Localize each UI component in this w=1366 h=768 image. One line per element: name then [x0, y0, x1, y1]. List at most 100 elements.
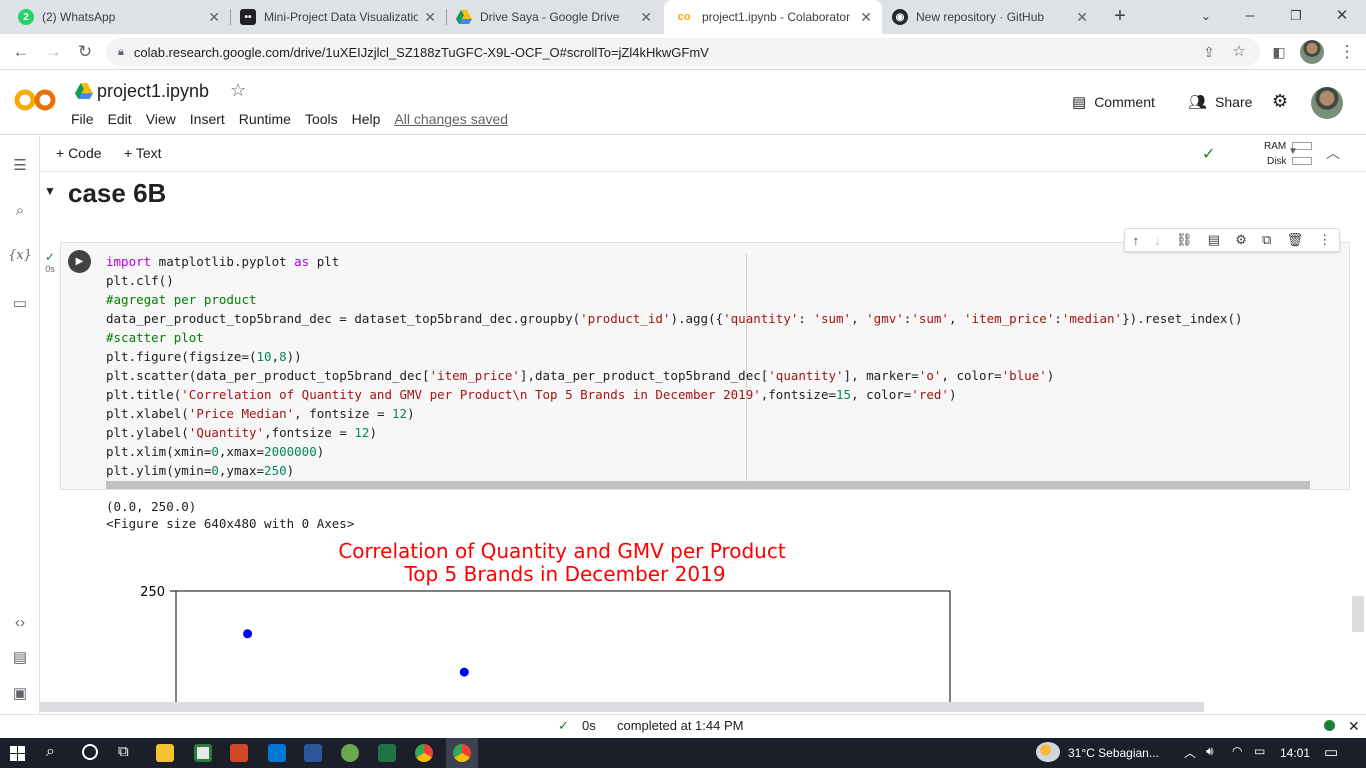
terminal-icon[interactable]: ▣ [8, 684, 32, 702]
save-status[interactable]: All changes saved [394, 111, 508, 127]
files-folder-icon[interactable]: ▭ [8, 294, 32, 312]
menu-view[interactable]: View [146, 111, 176, 127]
cortana-icon[interactable] [82, 744, 98, 760]
table-of-contents-icon[interactable]: ☰ [8, 156, 32, 174]
colab-logo[interactable] [14, 85, 58, 115]
mirror-cell-icon[interactable]: ⧉ [1262, 232, 1271, 248]
code-line[interactable]: #scatter plot [106, 328, 1326, 347]
file-explorer-icon[interactable] [156, 744, 174, 762]
add-code-button[interactable]: + Code [56, 145, 102, 161]
code-line[interactable]: plt.clf() [106, 271, 1326, 290]
weather-icon[interactable] [1036, 742, 1060, 762]
move-down-icon[interactable]: ↓ [1154, 233, 1161, 248]
browser-menu-icon[interactable]: ⋮ [1334, 40, 1360, 64]
collapse-header-icon[interactable]: ︿ [1326, 143, 1340, 163]
volume-icon[interactable]: 🔊︎ [1206, 744, 1214, 759]
code-line[interactable]: plt.ylim(ymin=0,ymax=250) [106, 461, 1326, 480]
page-vertical-scrollbar[interactable] [1352, 596, 1364, 632]
code-line[interactable]: plt.ylabel('Quantity',fontsize = 12) [106, 423, 1326, 442]
menu-file[interactable]: File [71, 111, 94, 127]
menu-insert[interactable]: Insert [190, 111, 225, 127]
chrome-icon[interactable] [415, 744, 433, 762]
tab-github[interactable]: ◉ New repository · GitHub ✕ [882, 0, 1098, 34]
comment-button[interactable]: ▤ Comment [1072, 93, 1155, 111]
close-tab-icon[interactable]: ✕ [640, 9, 652, 26]
star-icon[interactable]: ☆ [230, 80, 246, 101]
cell-settings-icon[interactable]: ⚙ [1235, 232, 1247, 248]
profile-avatar[interactable] [1300, 40, 1324, 64]
code-line[interactable]: plt.figure(figsize=(10,8)) [106, 347, 1326, 366]
code-line[interactable]: #agregat per product [106, 290, 1326, 309]
close-tab-icon[interactable]: ✕ [424, 9, 436, 26]
move-up-icon[interactable]: ↑ [1133, 233, 1140, 248]
more-options-icon[interactable]: ⋮ [1318, 232, 1331, 248]
comment-cell-icon[interactable]: ▤ [1208, 232, 1220, 248]
notebook-title[interactable]: project1.ipynb [97, 81, 209, 102]
output-line: <Figure size 640x480 with 0 Axes> [106, 516, 355, 531]
close-tab-icon[interactable]: ✕ [860, 9, 872, 26]
minimize-icon[interactable]: – [1230, 4, 1270, 28]
store-icon[interactable] [194, 744, 212, 762]
account-avatar[interactable] [1311, 87, 1343, 119]
variables-icon[interactable]: {x} [8, 248, 32, 263]
bookmark-star-icon[interactable]: ☆ [1226, 40, 1252, 64]
task-view-icon[interactable]: ⧉ [118, 743, 129, 760]
weather-text[interactable]: 31°C Sebagian... [1068, 746, 1159, 760]
code-line[interactable]: plt.scatter(data_per_product_top5brand_d… [106, 366, 1326, 385]
link-icon[interactable]: ⛓ [1176, 232, 1193, 248]
windows-start-icon[interactable] [10, 746, 25, 761]
tab-mini-project[interactable]: •• Mini-Project Data Visualizatio ✕ [230, 0, 446, 34]
tab-colab[interactable]: co project1.ipynb - Colaborator ✕ [664, 0, 882, 34]
code-snippets-icon[interactable]: ‹› [8, 614, 32, 631]
tab-search-icon[interactable]: ⌄ [1186, 4, 1226, 28]
powerpoint-icon[interactable] [230, 744, 248, 762]
runtime-dropdown-icon[interactable]: ▼ [1288, 146, 1298, 157]
menu-help[interactable]: Help [352, 111, 381, 127]
menu-runtime[interactable]: Runtime [239, 111, 291, 127]
code-line[interactable]: data_per_product_top5brand_dec = dataset… [106, 309, 1326, 328]
close-tab-icon[interactable]: ✕ [1076, 9, 1088, 26]
menu-edit[interactable]: Edit [108, 111, 132, 127]
mail-icon[interactable] [268, 744, 286, 762]
code-editor[interactable]: import matplotlib.pyplot as plt plt.clf()… [106, 252, 1326, 480]
close-status-icon[interactable]: ✕ [1348, 718, 1360, 735]
side-panel-icon[interactable]: ◧ [1266, 40, 1292, 64]
chrome-active-icon[interactable] [453, 744, 471, 762]
new-tab-button[interactable]: + [1100, 4, 1140, 28]
share-button[interactable]: 👥︎ Share [1188, 93, 1252, 111]
code-line[interactable]: plt.title('Correlation of Quantity and G… [106, 385, 1326, 404]
close-tab-icon[interactable]: ✕ [208, 9, 220, 26]
add-text-button[interactable]: + Text [124, 145, 162, 161]
code-line[interactable]: plt.xlabel('Price Median', fontsize = 12… [106, 404, 1326, 423]
share-page-icon[interactable]: ⇪ [1196, 40, 1222, 64]
word-icon[interactable] [304, 744, 322, 762]
notification-icon[interactable]: ▭ [1324, 743, 1338, 761]
app-icon[interactable] [341, 744, 359, 762]
menu-tools[interactable]: Tools [305, 111, 338, 127]
url-bar[interactable]: 🔒︎ colab.research.google.com/drive/1uXEI… [106, 38, 1260, 66]
delete-cell-icon[interactable]: 🗑︎ [1287, 232, 1304, 248]
forward-icon[interactable]: → [40, 40, 66, 64]
wifi-icon[interactable]: ◠ [1232, 744, 1242, 758]
tab-google-drive[interactable]: Drive Saya - Google Drive ✕ [446, 0, 662, 34]
code-line[interactable]: plt.xlim(xmin=0,xmax=2000000) [106, 442, 1326, 461]
tab-whatsapp[interactable]: 2 (2) WhatsApp ✕ [8, 0, 230, 34]
search-icon[interactable]: ⌕ [8, 202, 32, 219]
battery-icon[interactable]: ▭ [1254, 744, 1265, 758]
reload-icon[interactable]: ↻ [72, 40, 98, 64]
command-palette-icon[interactable]: ▤ [8, 648, 32, 666]
back-icon[interactable]: ← [8, 40, 34, 64]
drive-icon[interactable] [75, 83, 93, 104]
cell-horizontal-scrollbar[interactable] [106, 481, 1310, 489]
collapse-section-icon[interactable]: ▼ [44, 184, 56, 198]
settings-gear-icon[interactable]: ⚙ [1272, 91, 1288, 112]
code-line[interactable]: import matplotlib.pyplot as plt [106, 252, 1326, 271]
clock-time[interactable]: 14:01 [1280, 746, 1310, 760]
tray-chevron-icon[interactable]: ︿ [1184, 744, 1196, 761]
restore-icon[interactable]: ❐ [1276, 4, 1316, 28]
run-cell-button[interactable]: ▶ [68, 250, 91, 273]
search-icon[interactable]: ⌕ [46, 743, 55, 761]
page-horizontal-scrollbar[interactable] [40, 702, 1204, 712]
close-window-icon[interactable]: ✕ [1322, 4, 1362, 28]
excel-icon[interactable] [378, 744, 396, 762]
